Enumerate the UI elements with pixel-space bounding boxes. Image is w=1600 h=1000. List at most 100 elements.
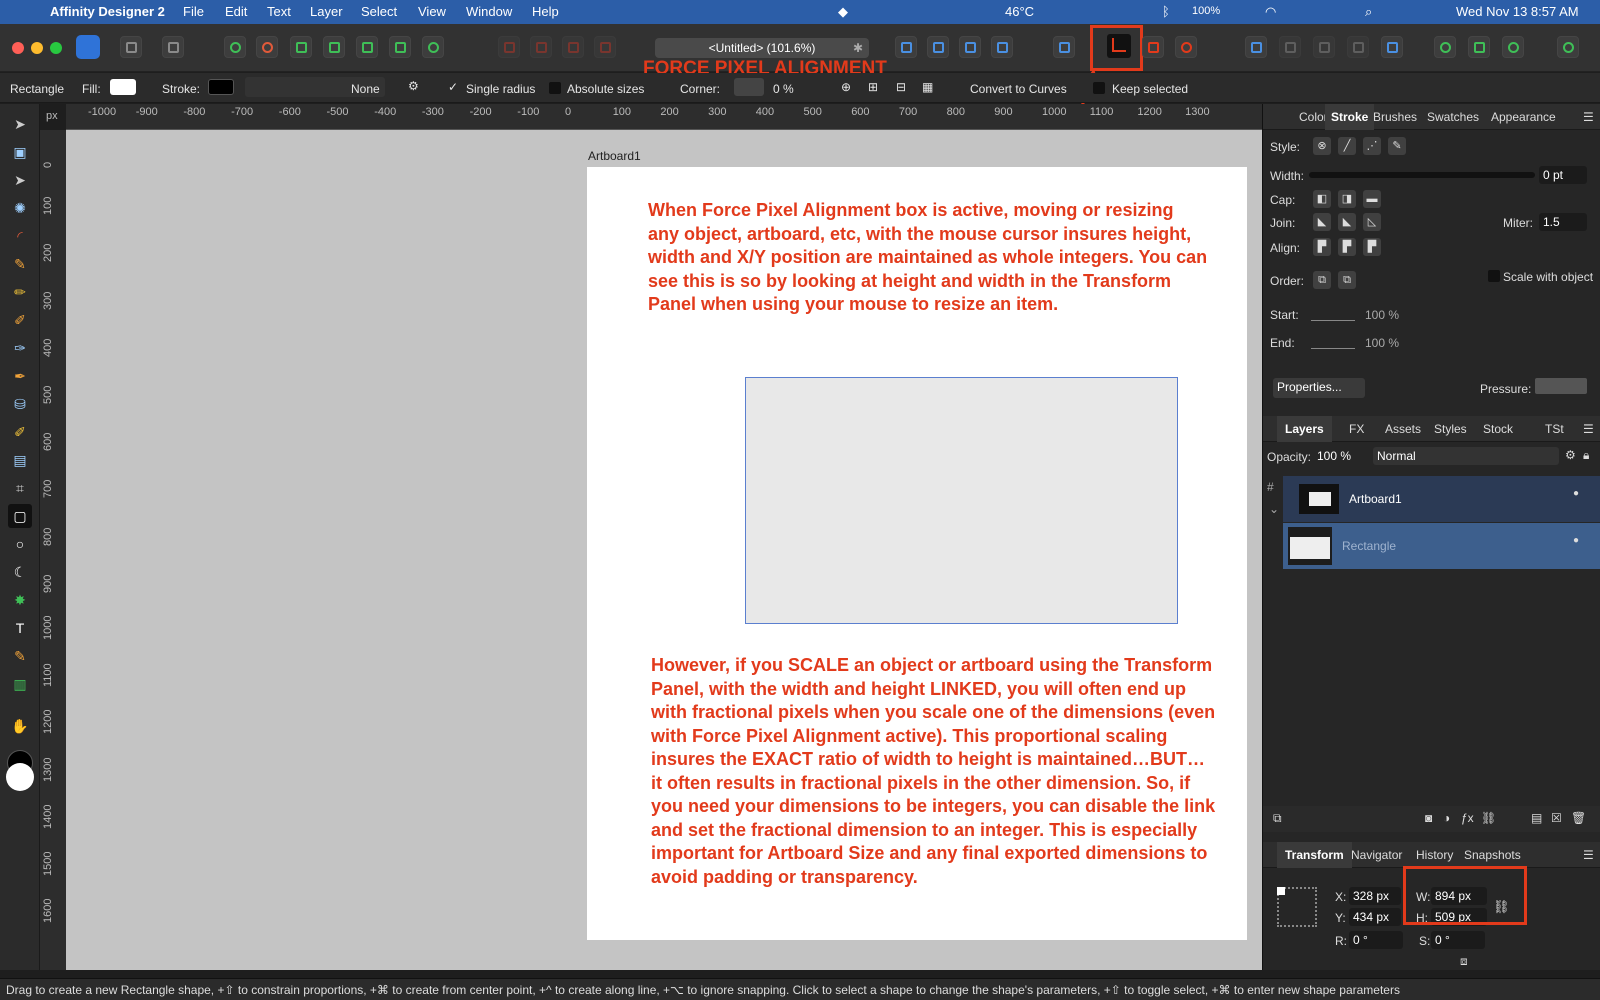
cap-square-icon[interactable]: ▬ (1363, 190, 1381, 208)
absolute-sizes-checkbox[interactable] (549, 82, 561, 94)
search-icon[interactable]: ⌕ (1365, 4, 1372, 20)
tab-navigator[interactable]: Navigator (1351, 848, 1402, 862)
color-picker-icon[interactable]: ✎ (8, 644, 32, 668)
document-tab[interactable]: <Untitled> (101.6%) ✱ (655, 38, 869, 58)
layer-options-icon[interactable]: ⧉ (1273, 811, 1282, 826)
tab-brushes[interactable]: Brushes (1373, 110, 1417, 124)
delete-layers-icon[interactable]: ☒ (1551, 811, 1562, 825)
export-persona-icon[interactable] (162, 36, 184, 58)
menu-edit[interactable]: Edit (225, 4, 247, 19)
shear-field[interactable]: 0 ° (1431, 931, 1485, 949)
move-back-icon[interactable] (498, 36, 520, 58)
app-name[interactable]: Affinity Designer 2 (50, 4, 165, 19)
lock-icon[interactable]: 🔒︎ (1583, 448, 1589, 463)
convert-to-curves-button[interactable]: Convert to Curves (970, 82, 1067, 96)
menu-window[interactable]: Window (466, 4, 512, 19)
tab-tst[interactable]: TSt (1545, 422, 1564, 436)
menu-text[interactable]: Text (267, 4, 291, 19)
point-transform-icon[interactable]: ✺ (8, 196, 32, 220)
snap-grid-icon[interactable] (422, 36, 444, 58)
menu-layer[interactable]: Layer (310, 4, 343, 19)
tab-history[interactable]: History (1416, 848, 1453, 862)
join-miter-icon[interactable]: ◣ (1313, 213, 1331, 231)
brush-line-icon[interactable]: ✎ (1388, 137, 1406, 155)
boolean-xor-icon[interactable] (1347, 36, 1369, 58)
move-by-pixel-icon[interactable] (1142, 36, 1164, 58)
slice-tool-icon[interactable]: ▥ (8, 672, 32, 696)
gradient-tool-icon[interactable]: ✐ (8, 420, 32, 444)
join-round-icon[interactable]: ◣ (1338, 213, 1356, 231)
width-slider[interactable] (1309, 172, 1535, 178)
anchor-point-selector[interactable] (1277, 887, 1317, 927)
visibility-dot-icon[interactable]: ● (1573, 535, 1579, 546)
text-tool-icon[interactable]: T (8, 616, 32, 640)
tab-stock[interactable]: Stock (1483, 422, 1513, 436)
start-scale-field[interactable]: 100 % (1365, 308, 1399, 322)
align-icon[interactable] (1053, 36, 1075, 58)
wifi-icon[interactable]: ◠ (1265, 4, 1276, 20)
transform-origin-icon[interactable]: ⊞ (868, 80, 878, 94)
pencil-tool-icon[interactable]: ✏ (8, 280, 32, 304)
tab-swatches[interactable]: Swatches (1427, 110, 1479, 124)
end-arrowhead-dropdown[interactable] (1311, 335, 1355, 349)
dashed-line-icon[interactable]: ⋰ (1363, 137, 1381, 155)
chevron-down-icon[interactable]: ⌄ (1269, 502, 1279, 516)
tab-fx[interactable]: FX (1349, 422, 1364, 436)
menu-help[interactable]: Help (532, 4, 559, 19)
blend-mode-dropdown[interactable]: Normal (1373, 447, 1559, 465)
single-radius-checkbox[interactable]: ✓ (448, 80, 458, 94)
tab-color[interactable]: Color (1299, 110, 1328, 124)
align-outside-icon[interactable]: ▛ (1363, 238, 1381, 256)
fill-swatch[interactable] (110, 79, 136, 95)
artboard-label[interactable]: Artboard1 (588, 149, 641, 163)
shape-tool-icon[interactable]: ✸ (8, 588, 32, 612)
pixel-brush-icon[interactable]: ✒ (8, 364, 32, 388)
start-arrowhead-dropdown[interactable] (1311, 307, 1355, 321)
transform-menu-icon[interactable]: ☰ (1583, 848, 1594, 862)
y-field[interactable]: 434 px (1349, 908, 1401, 926)
tab-transform[interactable]: Transform (1277, 842, 1352, 868)
bluetooth-icon[interactable]: ᛒ (1162, 4, 1170, 19)
transparency-tool-icon[interactable]: ⛁ (8, 392, 32, 416)
pressure-curve[interactable] (1535, 378, 1587, 394)
snap-edge-icon[interactable] (323, 36, 345, 58)
snap-bbox-icon[interactable] (290, 36, 312, 58)
tab-stroke[interactable]: Stroke (1325, 104, 1375, 130)
tab-layers[interactable]: Layers (1277, 416, 1332, 442)
rotate-right-icon[interactable] (991, 36, 1013, 58)
corner-tool-icon[interactable]: ◜ (8, 224, 32, 248)
fill-color-well[interactable] (6, 763, 34, 791)
fill-tool-icon[interactable]: ✑ (8, 336, 32, 360)
move-front-icon[interactable] (594, 36, 616, 58)
width-field[interactable]: 0 pt (1539, 166, 1587, 184)
miter-field[interactable]: 1.5 (1539, 213, 1587, 231)
trash-icon[interactable]: 🗑︎ (1571, 811, 1586, 825)
distribute-icon[interactable]: ⊕ (841, 80, 851, 94)
cap-round-icon[interactable]: ◨ (1338, 190, 1356, 208)
assistant-icon[interactable] (1434, 36, 1456, 58)
stroke-swatch[interactable] (208, 79, 234, 95)
zoom-window-button[interactable] (50, 42, 62, 54)
designer-persona-icon[interactable] (76, 35, 100, 59)
ellipse-tool-icon[interactable]: ○ (8, 532, 32, 556)
adjustment-icon[interactable]: ◑ (1443, 811, 1450, 825)
join-bevel-icon[interactable]: ◺ (1363, 213, 1381, 231)
datetime[interactable]: Wed Nov 13 8:57 AM (1456, 4, 1579, 19)
layers-studio-icon[interactable] (1468, 36, 1490, 58)
color-studio-icon[interactable] (1502, 36, 1524, 58)
group-icon[interactable]: ⛓ (1481, 811, 1496, 825)
no-stroke-icon[interactable]: ⊗ (1313, 137, 1331, 155)
settings-gear-icon[interactable]: ⚙ (408, 79, 419, 93)
move-backward-icon[interactable] (530, 36, 552, 58)
visibility-dot-icon[interactable]: ● (1573, 488, 1579, 499)
order-front-icon[interactable]: ⧉ (1338, 271, 1356, 289)
snapping-gear-icon[interactable] (224, 36, 246, 58)
snap-curve-icon[interactable] (389, 36, 411, 58)
pixel-persona-icon[interactable] (120, 36, 142, 58)
x-field[interactable]: 328 px (1349, 887, 1401, 905)
battery-level[interactable]: 100% (1192, 5, 1220, 17)
opacity-field[interactable]: 100 % (1313, 447, 1363, 465)
boolean-divide-icon[interactable] (1381, 36, 1403, 58)
move-tool-icon[interactable]: ➤ (8, 112, 32, 136)
tab-appearance[interactable]: Appearance (1491, 110, 1556, 124)
